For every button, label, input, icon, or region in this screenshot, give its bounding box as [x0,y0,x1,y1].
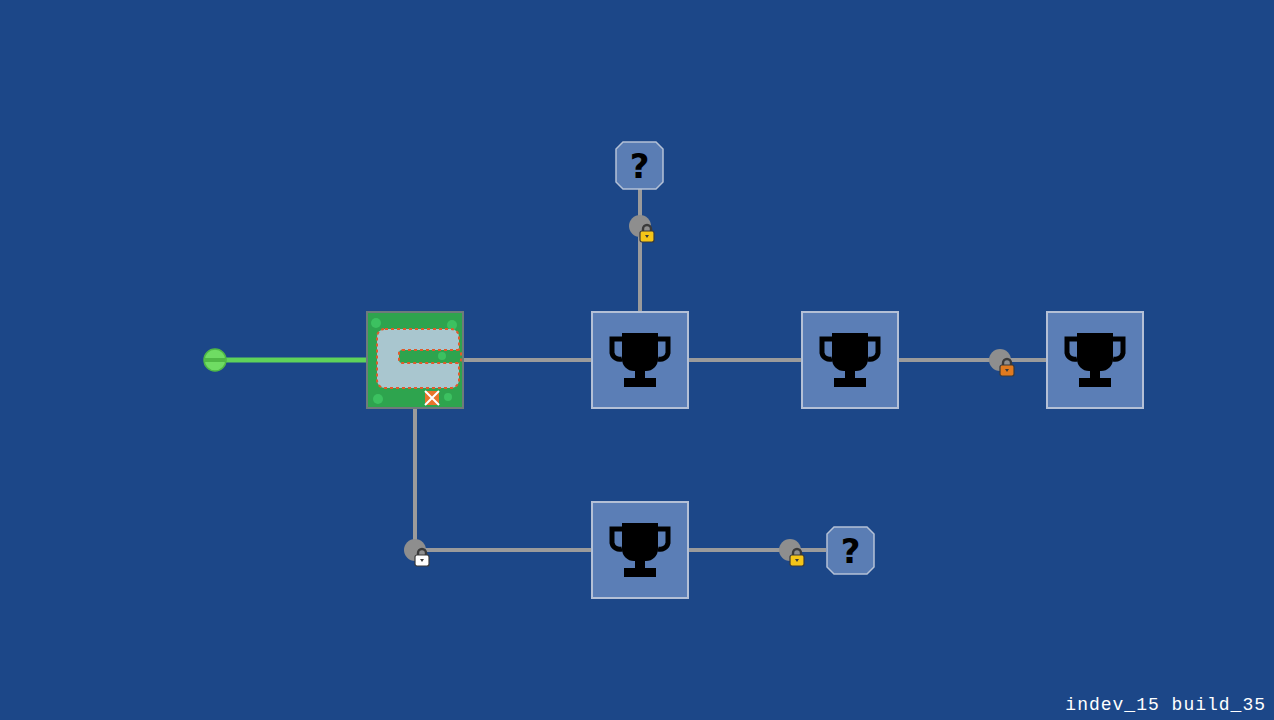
map-path [689,358,801,362]
mystery-label: ? [630,149,650,183]
trophy-icon [608,331,672,389]
mystery-node[interactable]: ? [615,141,664,190]
mystery-label: ? [841,534,861,568]
map-path [464,358,591,362]
map-path [638,189,642,311]
map-path [415,409,591,550]
trophy-node[interactable] [1046,311,1144,409]
level-map: ?? indev_15 build_35 [0,0,1274,720]
padlock-icon [788,547,806,567]
trophy-node[interactable] [591,311,689,409]
trophy-node[interactable] [591,501,689,599]
mystery-node[interactable]: ? [826,526,875,575]
padlock-icon [998,357,1016,377]
trophy-icon [818,331,882,389]
trophy-node[interactable] [801,311,899,409]
track-preview-icon [368,313,462,407]
map-path [226,358,366,363]
start-point[interactable] [204,349,226,371]
map-path [689,548,826,552]
padlock-icon [413,547,431,567]
trophy-icon [608,521,672,579]
map-path [899,358,1046,362]
trophy-icon [1063,331,1127,389]
version-label: indev_15 build_35 [1065,695,1266,715]
track-node[interactable] [366,311,464,409]
padlock-icon [638,223,656,243]
